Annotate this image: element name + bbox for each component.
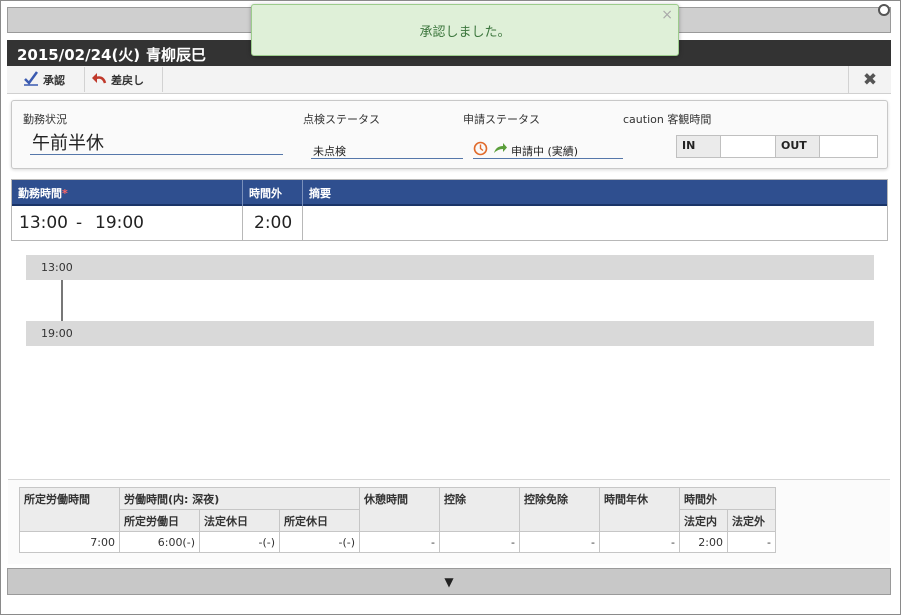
col-divider xyxy=(242,180,243,206)
success-toast: 承認しました。 × xyxy=(251,4,679,56)
timeline-end-bar: 19:00 xyxy=(26,321,874,346)
status-panel: 勤務状況 午前半休 点検ステータス 未点検 申請ステータス 申請中 (実績) c… xyxy=(11,100,888,169)
col-divider xyxy=(242,206,243,240)
undo-arrow-icon xyxy=(91,71,107,88)
employee-name: 青柳辰巳 xyxy=(146,46,207,64)
summary-table: 所定労働時間 労働時間(内: 深夜) 休憩時間 控除 控除免除 時間年休 時間外… xyxy=(19,487,776,553)
reject-label: 差戻し xyxy=(111,73,144,87)
reject-button[interactable]: 差戻し xyxy=(85,67,163,92)
out-value xyxy=(820,136,875,157)
forward-arrow-icon xyxy=(492,142,508,158)
work-hours-table: 勤務時間* 時間外 摘要 13:00 - 19:00 2:00 xyxy=(11,179,888,241)
expand-bar[interactable]: ▼ xyxy=(7,568,891,595)
time-separator: - xyxy=(76,213,83,233)
out-label: OUT xyxy=(776,136,820,157)
attendance-underline xyxy=(30,154,283,155)
sum-legal-out: - xyxy=(727,531,776,553)
apply-status-value[interactable]: 申請中 (実績) xyxy=(511,143,578,159)
approve-label: 承認 xyxy=(43,73,65,87)
sum-deduction-exempt: - xyxy=(519,531,600,553)
objective-time-box: IN OUT xyxy=(676,135,878,158)
toolbar: 承認 差戻し ✖ xyxy=(7,66,891,94)
timeline-start-bar: 13:00 xyxy=(26,255,874,280)
timeline-start-label: 13:00 xyxy=(41,261,73,274)
approve-button[interactable]: 承認 xyxy=(17,67,85,92)
required-mark: * xyxy=(62,187,68,200)
sum-header-scheduled-workday: 所定労働日 xyxy=(119,509,200,532)
overtime-value: 2:00 xyxy=(254,213,293,233)
sum-header-legal-in: 法定内 xyxy=(679,509,728,532)
col-divider xyxy=(302,180,303,206)
toast-message: 承認しました。 xyxy=(419,25,511,40)
close-icon: ✖ xyxy=(862,69,878,90)
expand-down-icon: ▼ xyxy=(444,574,454,589)
clock-icon[interactable] xyxy=(473,141,488,159)
sum-header-hourly-leave: 時間年休 xyxy=(599,487,680,532)
check-status-value: 未点検 xyxy=(313,145,346,158)
sum-scheduled-workday: 6:00(-) xyxy=(119,531,200,553)
sum-header-overtime: 時間外 xyxy=(679,487,776,510)
sum-header-deduction-exempt: 控除免除 xyxy=(519,487,600,532)
sum-header-legal-holiday: 法定休日 xyxy=(199,509,280,532)
check-status-underline xyxy=(311,158,463,159)
sum-hourly-leave: - xyxy=(599,531,680,553)
in-label: IN xyxy=(677,136,721,157)
summary-header: 摘要 xyxy=(309,187,331,200)
apply-status-underline xyxy=(473,158,623,159)
start-time[interactable]: 13:00 xyxy=(19,213,68,233)
sum-legal-in: 2:00 xyxy=(679,531,728,553)
overtime-header: 時間外 xyxy=(249,187,282,200)
window-corner-icon xyxy=(878,4,890,16)
approve-check-icon xyxy=(23,70,39,89)
end-time[interactable]: 19:00 xyxy=(95,213,144,233)
sum-deduction: - xyxy=(439,531,520,553)
toast-close-icon[interactable]: × xyxy=(661,7,673,23)
apply-status-label: 申請ステータス xyxy=(463,113,540,126)
attendance-label: 勤務状況 xyxy=(23,113,67,126)
sum-header-scheduled-holiday: 所定休日 xyxy=(279,509,360,532)
sum-header-legal-out: 法定外 xyxy=(727,509,776,532)
timeline-connector xyxy=(61,280,63,321)
sum-scheduled-holiday: -(-) xyxy=(279,531,360,553)
sum-header-deduction: 控除 xyxy=(439,487,520,532)
close-button[interactable]: ✖ xyxy=(848,66,891,93)
work-hours-header: 勤務時間* xyxy=(18,187,68,200)
header-date: 2015/02/24(火) xyxy=(17,46,141,64)
work-table-header: 勤務時間* 時間外 摘要 xyxy=(12,180,887,206)
col-divider xyxy=(302,206,303,240)
sum-legal-holiday: -(-) xyxy=(199,531,280,553)
sum-header-work-hours: 労働時間(内: 深夜) xyxy=(119,487,360,510)
timeline-end-label: 19:00 xyxy=(41,327,73,340)
check-status-label: 点検ステータス xyxy=(303,113,380,126)
sum-header-break: 休憩時間 xyxy=(359,487,440,532)
in-value xyxy=(721,136,776,157)
sum-header-scheduled-hours: 所定労働時間 xyxy=(19,487,120,532)
attendance-value[interactable]: 午前半休 xyxy=(32,129,104,155)
caution-label: caution 客観時間 xyxy=(623,113,712,126)
sum-scheduled-hours: 7:00 xyxy=(19,531,120,553)
sum-break: - xyxy=(359,531,440,553)
